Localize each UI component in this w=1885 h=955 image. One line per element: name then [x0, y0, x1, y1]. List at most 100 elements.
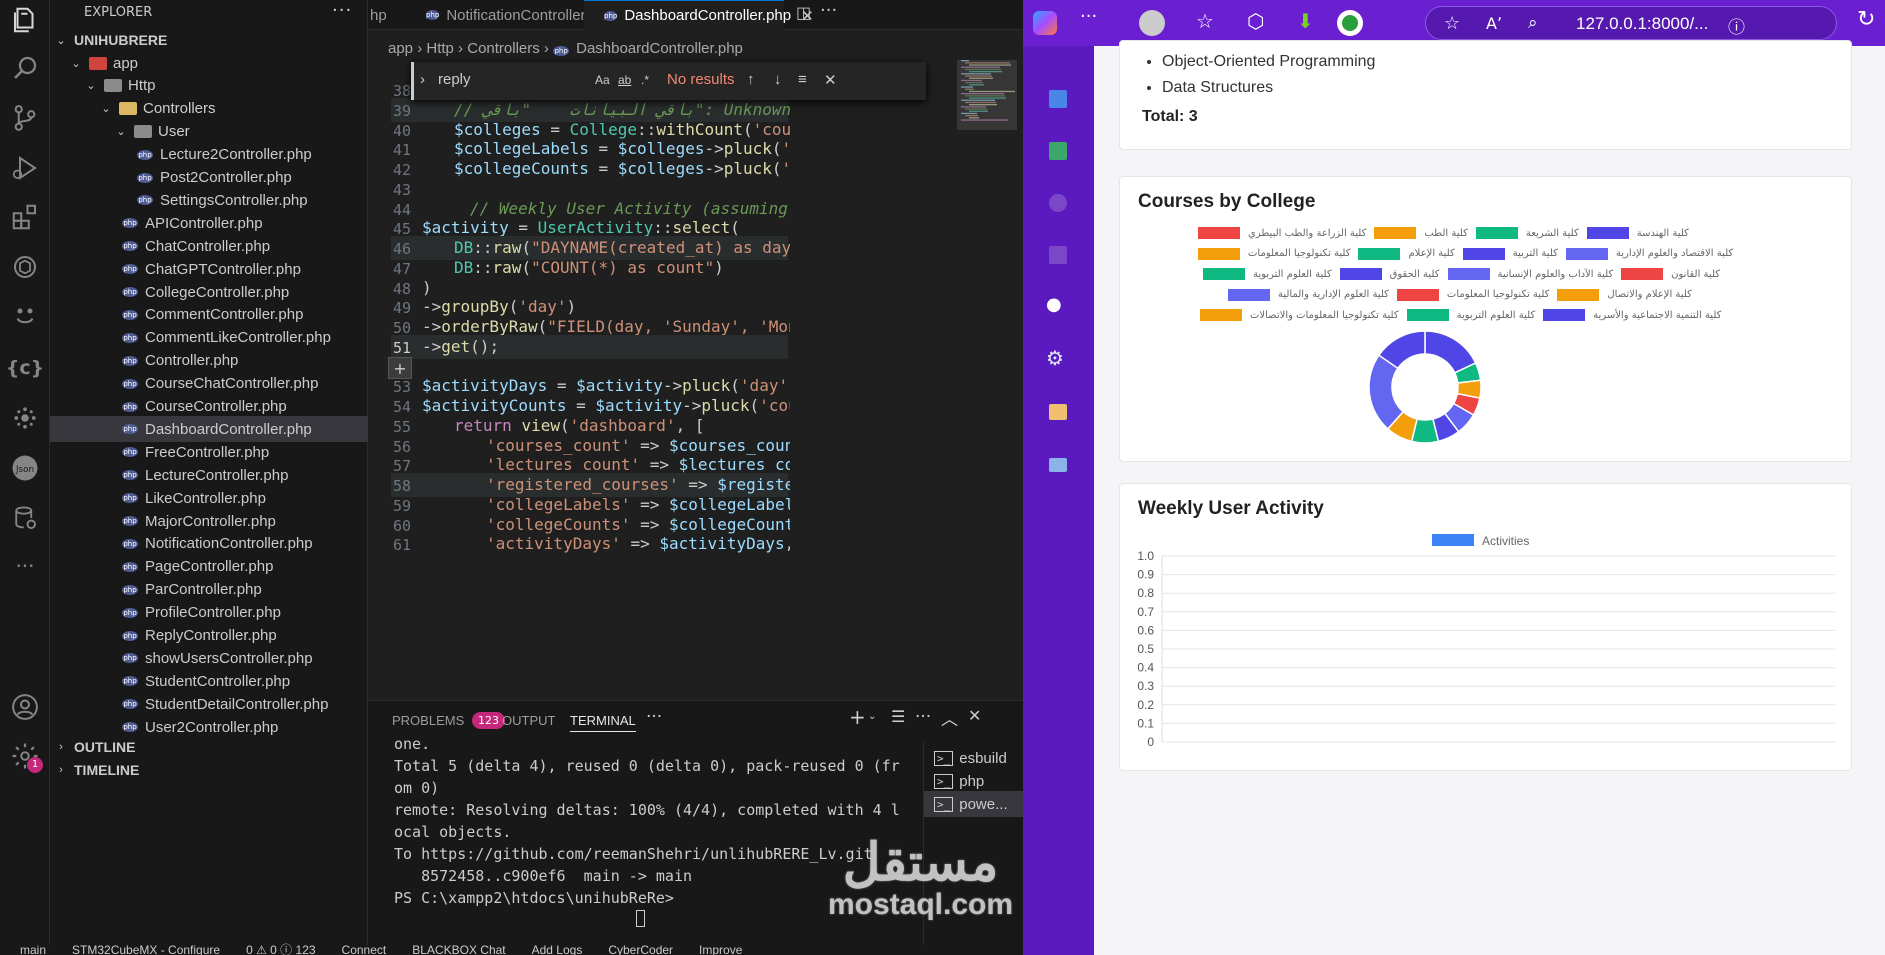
status-item[interactable]: BLACKBOX Chat	[412, 943, 505, 955]
legend-item[interactable]: كلية الشريعة	[1468, 227, 1579, 239]
legend-item[interactable]: كلية الإعلام	[1350, 247, 1455, 260]
chat-icon[interactable]: ●	[1046, 294, 1062, 315]
explorer-icon[interactable]	[0, 0, 50, 40]
explorer-more-icon[interactable]: ···	[332, 0, 352, 21]
find-in-selection-icon[interactable]: ≡	[798, 71, 807, 88]
settings-gear-icon[interactable]	[0, 736, 50, 776]
legend-item[interactable]: كلية التربية	[1455, 247, 1558, 260]
status-item[interactable]: Add Logs	[532, 943, 583, 955]
close-panel-icon[interactable]: ✕	[968, 706, 981, 725]
breadcrumb-item[interactable]: app	[388, 40, 413, 57]
breadcrumb-item[interactable]: DashboardController.php	[576, 40, 743, 57]
panel-more-icon[interactable]: ···	[646, 707, 662, 727]
books-icon[interactable]	[1049, 142, 1067, 160]
legend-item[interactable]: كلية تكنولوجيا المعلومات والاتصالات	[1192, 309, 1399, 321]
copilot-icon[interactable]	[0, 296, 50, 336]
legend-item[interactable]: كلية الإعلام والاتصال	[1549, 288, 1692, 301]
legend-item[interactable]: كلية الاقتصاد والعلوم الإدارية	[1558, 247, 1733, 260]
read-aloud-icon[interactable]: Aʼ	[1486, 14, 1502, 33]
legend-item[interactable]: كلية العلوم الإدارية والمالية	[1220, 288, 1389, 301]
breadcrumb-item[interactable]: Http	[426, 40, 454, 57]
timeline-section[interactable]: › TIMELINE	[50, 757, 368, 783]
code-line[interactable]: DB::raw("COUNT(*) as count")	[454, 256, 724, 280]
tab-notification-controller[interactable]: php NotificationController.php	[406, 0, 614, 30]
account-icon[interactable]	[0, 687, 50, 727]
legend-item[interactable]: كلية الزراعة والطب البيطري	[1190, 227, 1366, 239]
code-line[interactable]: $collegeCounts = $colleges->pluck('cours…	[454, 157, 790, 181]
status-item[interactable]: STM32CubeMX - Configure	[72, 943, 220, 955]
search-icon[interactable]	[0, 48, 50, 88]
status-item[interactable]: 0 ⚠ 0 ⓘ 123	[246, 943, 315, 955]
minimap[interactable]	[957, 60, 1017, 700]
browser-more-icon[interactable]: ···	[1080, 6, 1097, 27]
legend-item[interactable]: كلية تكنولوجيا المعلومات	[1389, 288, 1549, 301]
match-case-toggle[interactable]: Aa	[595, 73, 610, 87]
legend-item[interactable]: كلية الحقوق	[1332, 268, 1440, 280]
legend-item[interactable]: كلية الهندسة	[1579, 227, 1689, 239]
regex-toggle[interactable]: .*	[641, 73, 649, 87]
legend-item[interactable]: كلية العلوم التربوية	[1399, 309, 1535, 321]
site-info-icon[interactable]: ⓘ	[1728, 13, 1745, 38]
copilot-icon[interactable]	[1033, 11, 1057, 35]
source-control-icon[interactable]	[0, 98, 50, 138]
profile-avatar[interactable]	[1139, 10, 1165, 36]
line-chart[interactable]: Activities 1.0 0.9 0.8 0.7 0.6 0.5 0.4 0.3 0.2 0.1…	[1120, 534, 1853, 764]
idm-extension-icon[interactable]	[1337, 10, 1363, 36]
tab-output[interactable]: OUTPUT	[502, 713, 555, 728]
panel-more-actions-icon[interactable]: ···	[915, 707, 931, 727]
database-icon[interactable]	[0, 498, 50, 538]
legend-item[interactable]: كلية التنمية الاجتماعية والأسرية	[1535, 309, 1721, 321]
legend-item[interactable]: كلية تكنولوجيا المعلومات	[1190, 247, 1350, 260]
legend-item[interactable]: كلية الطب	[1366, 227, 1468, 239]
book-icon[interactable]	[1049, 458, 1067, 472]
favorite-star-icon[interactable]: ☆	[1444, 13, 1460, 34]
tab-partial[interactable]: hp	[368, 0, 406, 30]
chart-icon[interactable]	[1049, 90, 1067, 108]
close-find-icon[interactable]: ✕	[824, 71, 837, 89]
extensions-icon[interactable]: ⬡	[1247, 9, 1264, 33]
more-icon[interactable]: ···	[0, 546, 50, 586]
lecture-icon[interactable]	[1049, 246, 1067, 264]
previous-match-icon[interactable]: ↑	[747, 71, 755, 88]
editor-more-icon[interactable]: ···	[820, 0, 837, 21]
favorites-icon[interactable]: ☆	[1196, 9, 1214, 33]
legend-item[interactable]: كلية العلوم التربوية	[1195, 268, 1332, 280]
maximize-panel-icon[interactable]: ︿	[941, 705, 958, 730]
extensions-icon[interactable]	[0, 197, 50, 237]
whole-word-toggle[interactable]: ab	[618, 73, 631, 87]
users-icon[interactable]	[1049, 194, 1067, 212]
new-terminal-icon[interactable]: +	[849, 705, 866, 729]
legend-item[interactable]: كلية الآداب والعلوم الإنسانية	[1440, 268, 1613, 280]
code-line[interactable]: ->get();	[422, 335, 499, 359]
json-icon[interactable]: Json	[0, 448, 50, 488]
settings-icon[interactable]: ⚙	[1046, 346, 1064, 370]
tab-terminal[interactable]: TERMINAL	[570, 713, 636, 732]
address-bar[interactable]: ☆ Aʼ ⌕ 127.0.0.1:8000/... ⓘ	[1425, 6, 1837, 40]
url-text[interactable]: 127.0.0.1:8000/...	[1576, 14, 1708, 34]
add-comment-icon[interactable]: +	[388, 357, 412, 379]
status-item[interactable]: main	[20, 943, 46, 955]
terminal-item-powershell[interactable]: >_ powe...	[924, 791, 1024, 817]
find-toggle-replace-icon[interactable]: ›	[420, 71, 425, 88]
breadcrumb-item[interactable]: Controllers	[467, 40, 540, 57]
chevron-down-icon[interactable]: ⌄	[868, 711, 876, 722]
code-line[interactable]: 'activityDays' => $activityDays,	[486, 532, 790, 556]
tab-dashboard-controller[interactable]: php DashboardController.php ✕	[584, 0, 814, 30]
pie-chart[interactable]	[1365, 327, 1485, 447]
school-icon[interactable]	[1049, 404, 1067, 420]
chatgpt-icon[interactable]	[0, 247, 50, 287]
cody-icon[interactable]: {c}	[0, 348, 50, 388]
blackbox-icon[interactable]	[0, 398, 50, 438]
legend-item[interactable]: كلية القانون	[1613, 268, 1720, 280]
terminal-layout-icon[interactable]: ☰	[891, 707, 905, 726]
run-debug-icon[interactable]	[0, 148, 50, 188]
download-extension-icon[interactable]: ⬇	[1297, 9, 1314, 33]
zoom-icon[interactable]: ⌕	[1528, 13, 1538, 33]
status-item[interactable]: Improve	[699, 943, 742, 955]
status-item[interactable]: Connect	[342, 943, 387, 955]
refresh-icon[interactable]: ↻	[1857, 7, 1875, 32]
status-item[interactable]: CyberCoder	[608, 943, 673, 955]
split-editor-icon[interactable]: ◫	[796, 3, 811, 22]
tab-problems[interactable]: PROBLEMS	[392, 713, 464, 728]
next-match-icon[interactable]: ↓	[774, 71, 782, 88]
